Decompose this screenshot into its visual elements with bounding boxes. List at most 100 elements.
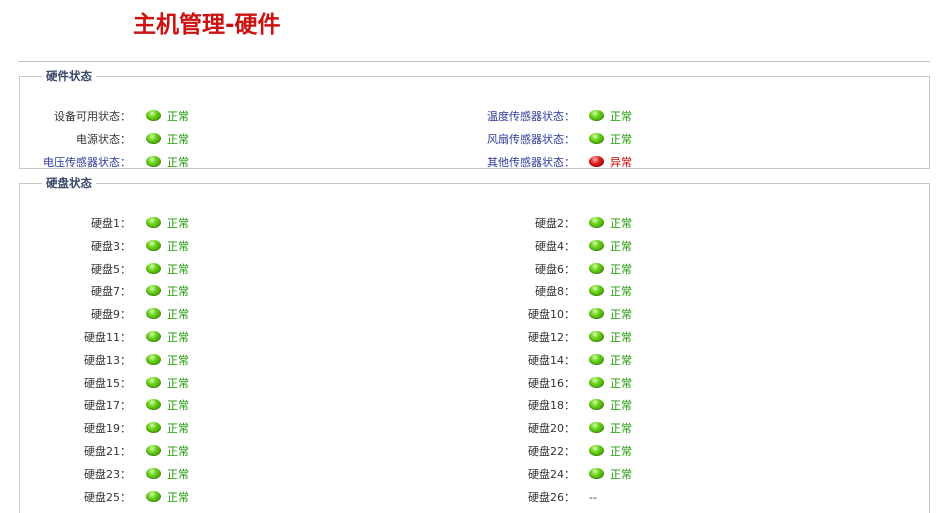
disk-status-label-box: 硬盘15： (20, 374, 131, 394)
disk-status-status: 正常 (146, 260, 189, 280)
green-status-dot-icon (589, 239, 604, 251)
disk-status-label: 硬盘13： (84, 353, 131, 367)
disk-status-status-text: 正常 (610, 239, 632, 253)
disk-status-status-text: 正常 (167, 217, 189, 230)
disk-status-status-text: 正常 (167, 308, 189, 322)
green-status-dot-icon (146, 330, 161, 342)
disk-status-row: 硬盘11： 正常 硬盘12： 正常 (20, 328, 931, 351)
green-status-dot-icon (146, 217, 161, 228)
hardware-status-label-box: 其他传感器状态： (463, 153, 575, 173)
hardware-status-label: 设备可用状态： (54, 110, 131, 123)
disk-status-label: 硬盘17： (84, 399, 131, 413)
green-status-dot-icon (146, 308, 161, 320)
disk-status-status: 正常 (146, 374, 189, 394)
hardware-status-label: 电压传感器状态： (43, 155, 131, 169)
disk-status-status: 正常 (589, 282, 632, 302)
disk-status-status: 正常 (146, 442, 189, 462)
hardware-status-status-text: 正常 (610, 110, 632, 123)
hardware-status-label-box: 电压传感器状态： (20, 153, 131, 173)
green-status-dot-icon (146, 490, 161, 502)
disk-status-label-box: 硬盘14： (463, 351, 575, 371)
disk-status-label: 硬盘4： (535, 239, 575, 253)
disk-status-label: 硬盘11： (84, 330, 131, 344)
hardware-status-label: 电源状态： (76, 132, 131, 146)
disk-status-status-text: 正常 (610, 262, 632, 276)
disk-status-label-box: 硬盘26： (463, 488, 575, 508)
green-status-dot-icon (146, 376, 161, 388)
hardware-status-label: 温度传感器状态： (487, 110, 575, 123)
disk-status-status: 正常 (146, 419, 189, 439)
disk-status-label: 硬盘7： (91, 285, 131, 299)
green-status-dot-icon (589, 353, 604, 365)
green-status-dot-icon (146, 444, 161, 456)
hardware-status-label: 风扇传感器状态： (487, 132, 575, 146)
disk-status-row: 硬盘1： 正常 硬盘2： 正常 (20, 214, 931, 237)
disk-status-status-text: 正常 (167, 353, 189, 367)
disk-status-row: 硬盘5： 正常 硬盘6： 正常 (20, 260, 931, 283)
disk-status-status: 正常 (589, 396, 632, 416)
disk-status-label: 硬盘18： (528, 399, 575, 413)
green-status-dot-icon (589, 217, 604, 228)
disk-status-label-box: 硬盘25： (20, 488, 131, 508)
disk-status-label-box: 硬盘13： (20, 351, 131, 371)
disk-status-label-box: 硬盘23： (20, 465, 131, 485)
hardware-status-status-text: 正常 (167, 132, 189, 146)
disk-status-label: 硬盘26： (528, 490, 575, 504)
red-status-dot-icon (589, 155, 604, 167)
disk-status-status-text: 正常 (167, 399, 189, 413)
disk-status-label: 硬盘5： (91, 262, 131, 276)
green-status-dot-icon (589, 376, 604, 388)
disk-status-label-box: 硬盘4： (463, 237, 575, 257)
disk-status-label-box: 硬盘22： (463, 442, 575, 462)
disk-status-label: 硬盘3： (91, 239, 131, 253)
disk-status-status-text: 正常 (167, 490, 189, 504)
disk-status-status: 正常 (146, 351, 189, 371)
page: 主机管理-硬件 硬件状态 设备可用状态： 正常 温度传感器状态： 正常 电源状态： 正常风… (0, 0, 951, 513)
hardware-status-status-text: 正常 (610, 132, 632, 146)
disk-status-label-box: 硬盘11： (20, 328, 131, 348)
disk-status-label: 硬盘1： (91, 217, 131, 230)
disk-status-label: 硬盘9： (91, 308, 131, 322)
green-status-dot-icon (589, 285, 604, 297)
disk-status-label-box: 硬盘12： (463, 328, 575, 348)
disk-status-label-box: 硬盘24： (463, 465, 575, 485)
disk-status-legend: 硬盘状态 (46, 176, 92, 190)
page-title: 主机管理-硬件 (133, 12, 281, 38)
hardware-status-row: 电压传感器状态： 正常 其他传感器状态： 异常 (20, 153, 931, 176)
green-status-dot-icon (146, 467, 161, 479)
disk-status-label-box: 硬盘6： (463, 260, 575, 280)
disk-status-section: 硬盘状态 硬盘1： 正常 硬盘2： 正常 硬盘3： 正常 硬盘4： 正常 硬盘5： 正常 硬盘6：正… (19, 176, 930, 513)
green-status-dot-icon (589, 399, 604, 411)
disk-status-row: 硬盘15： 正常 硬盘16： 正常 (20, 374, 931, 397)
disk-status-status-text: 正常 (610, 399, 632, 413)
disk-status-status: 正常 (589, 442, 632, 462)
green-status-dot-icon (146, 353, 161, 365)
disk-status-label: 硬盘21： (84, 444, 131, 458)
hardware-status-section: 硬件状态 设备可用状态： 正常 温度传感器状态： 正常 电源状态： 正常 风扇传感器状态：正… (19, 69, 930, 169)
green-status-dot-icon (146, 239, 161, 251)
disk-status-status-text: 正常 (610, 467, 632, 481)
disk-status-label-box: 硬盘21： (20, 442, 131, 462)
disk-status-status-text: 正常 (610, 285, 632, 299)
disk-status-label-box: 硬盘8： (463, 282, 575, 302)
disk-status-status-text: 正常 (610, 308, 632, 322)
disk-status-label-box: 硬盘3： (20, 237, 131, 257)
green-status-dot-icon (589, 262, 604, 274)
disk-status-status: 正常 (589, 237, 632, 257)
disk-status-label-box: 硬盘7： (20, 282, 131, 302)
hardware-status-status: 正常 (589, 107, 632, 127)
disk-status-status-text: 正常 (610, 444, 632, 458)
disk-status-status: 正常 (146, 396, 189, 416)
disk-status-status-text: 正常 (610, 376, 632, 390)
green-status-dot-icon (589, 110, 604, 121)
green-status-dot-icon (146, 262, 161, 274)
disk-status-status-text: 正常 (610, 422, 632, 436)
disk-status-label-box: 硬盘20： (463, 419, 575, 439)
disk-status-status: 正常 (589, 419, 632, 439)
disk-status-label: 硬盘6： (535, 262, 575, 276)
green-status-dot-icon (589, 308, 604, 320)
disk-status-label: 硬盘10： (528, 308, 575, 322)
disk-status-status: 正常 (146, 282, 189, 302)
disk-status-label: 硬盘12： (528, 330, 575, 344)
hardware-status-legend: 硬件状态 (46, 69, 92, 83)
